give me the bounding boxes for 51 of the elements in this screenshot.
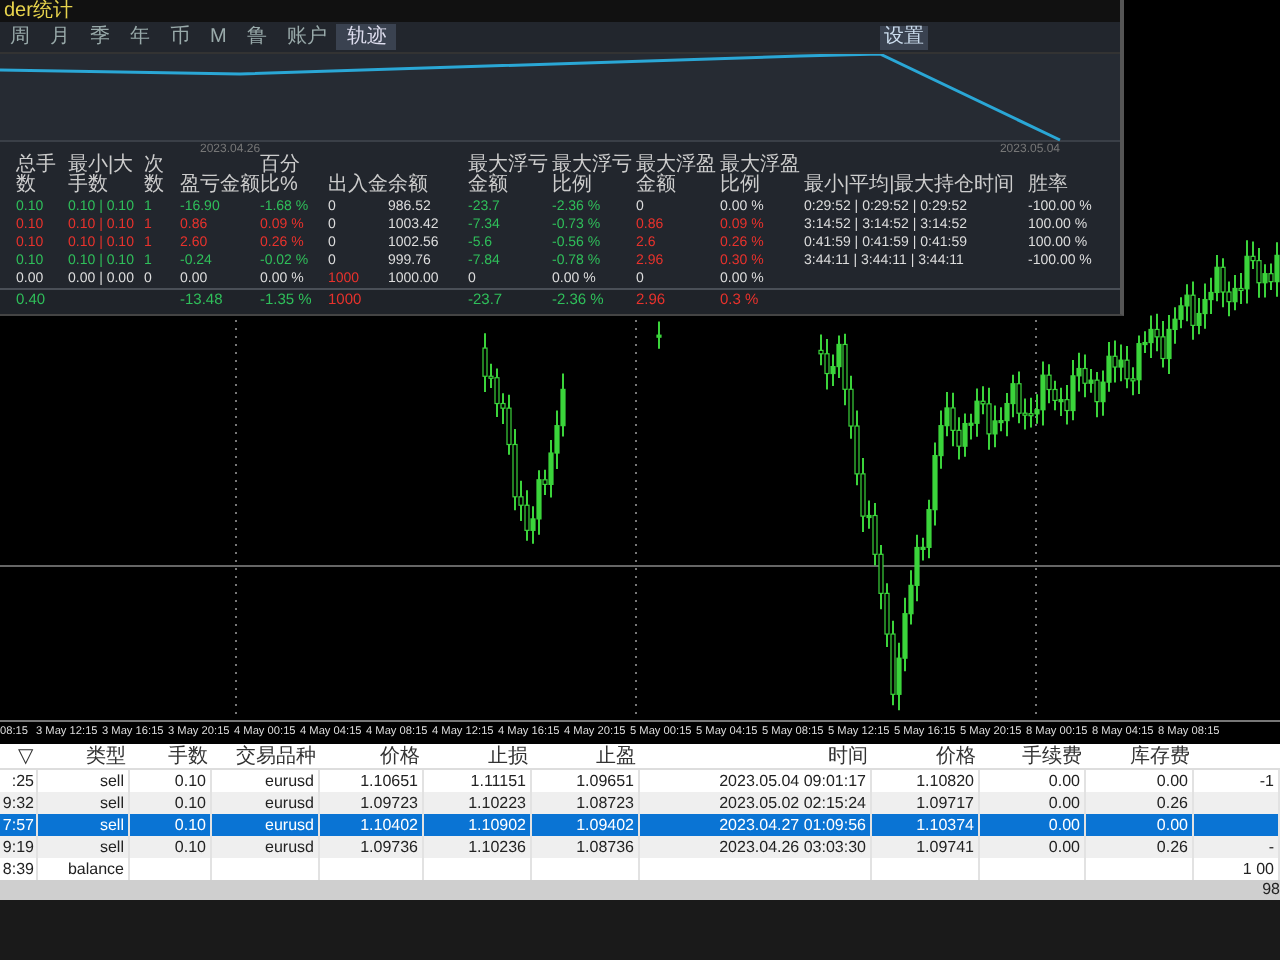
column-header: 最大浮盈比例 [720,156,802,198]
column-header: 最大浮亏金额 [468,156,550,198]
order-row[interactable]: 9:19 sell 0.10 eurusd 1.09736 1.10236 1.08736 2023.04.26 03:03:30 1.09741 0.00 0.26 - [0,836,1280,858]
tab[interactable]: 季 [80,24,120,50]
column-header: 手数 [166,744,210,770]
sort-icon[interactable]: ▽ [0,744,38,770]
candle [656,320,662,350]
table-cell: 0.00 [980,836,1086,858]
column-header: 止损 [486,744,530,770]
order-row[interactable]: 9:32 sell 0.10 eurusd 1.09723 1.10223 1.08723 2023.05.02 02:15:24 1.09717 0.00 0.26 [0,792,1280,814]
column-header: 交易品种 [234,744,318,770]
table-cell: sell [38,836,130,858]
table-cell: 9:19 [0,836,38,858]
column-header: 最小|平均|最大持仓时间 [804,176,1017,198]
summary-value: 98 [1262,880,1280,900]
column-header: 最大浮盈金额 [636,156,718,198]
column-header: 时间 [826,744,870,770]
table-cell: eurusd [212,836,320,858]
column-header: 余额 [388,176,430,198]
tab[interactable]: 账户 [276,24,337,50]
column-header: 手续费 [1020,744,1084,770]
column-header: 胜率 [1028,176,1070,198]
column-header: 止盈 [594,744,638,770]
table-cell: 2023.04.26 03:03:30 [640,836,872,858]
column-header: 库存费 [1128,744,1192,770]
table-cell: 1.09736 [320,836,424,858]
tab[interactable]: 币 [160,24,200,50]
tab[interactable]: 年 [120,24,160,50]
settings-button[interactable]: 设置 [880,25,928,49]
column-header: 价格 [378,744,422,770]
column-header: 次数 [144,156,166,198]
column-header: 出入金 [328,176,388,198]
column-header: 最大浮亏比例 [552,156,634,198]
table-cell: 1.10236 [424,836,532,858]
column-header: 总手数 [16,156,58,198]
column-header: 最小|大手数 [68,156,136,198]
column-header: 盈亏金额 [180,176,260,198]
tab[interactable]: 周 [0,24,40,50]
column-header: 价格 [934,744,978,770]
order-row[interactable]: 7:57 sell 0.10 eurusd 1.10402 1.10902 1.09402 2023.04.27 01:09:56 1.10374 0.00 0.00 [0,814,1280,836]
table-cell: 0.26 [1086,836,1194,858]
tab[interactable]: 鲁 [236,24,277,50]
column-header: 百分比% [260,156,302,198]
table-cell: 1.08736 [532,836,640,858]
tab[interactable]: 月 [40,24,80,50]
table-cell: 0.10 [130,836,212,858]
table-cell: - [1194,836,1280,858]
tab[interactable]: M [200,24,237,50]
tab[interactable]: 轨迹 [336,24,397,50]
table-cell: 1.09741 [872,836,980,858]
column-header: 类型 [84,744,128,770]
